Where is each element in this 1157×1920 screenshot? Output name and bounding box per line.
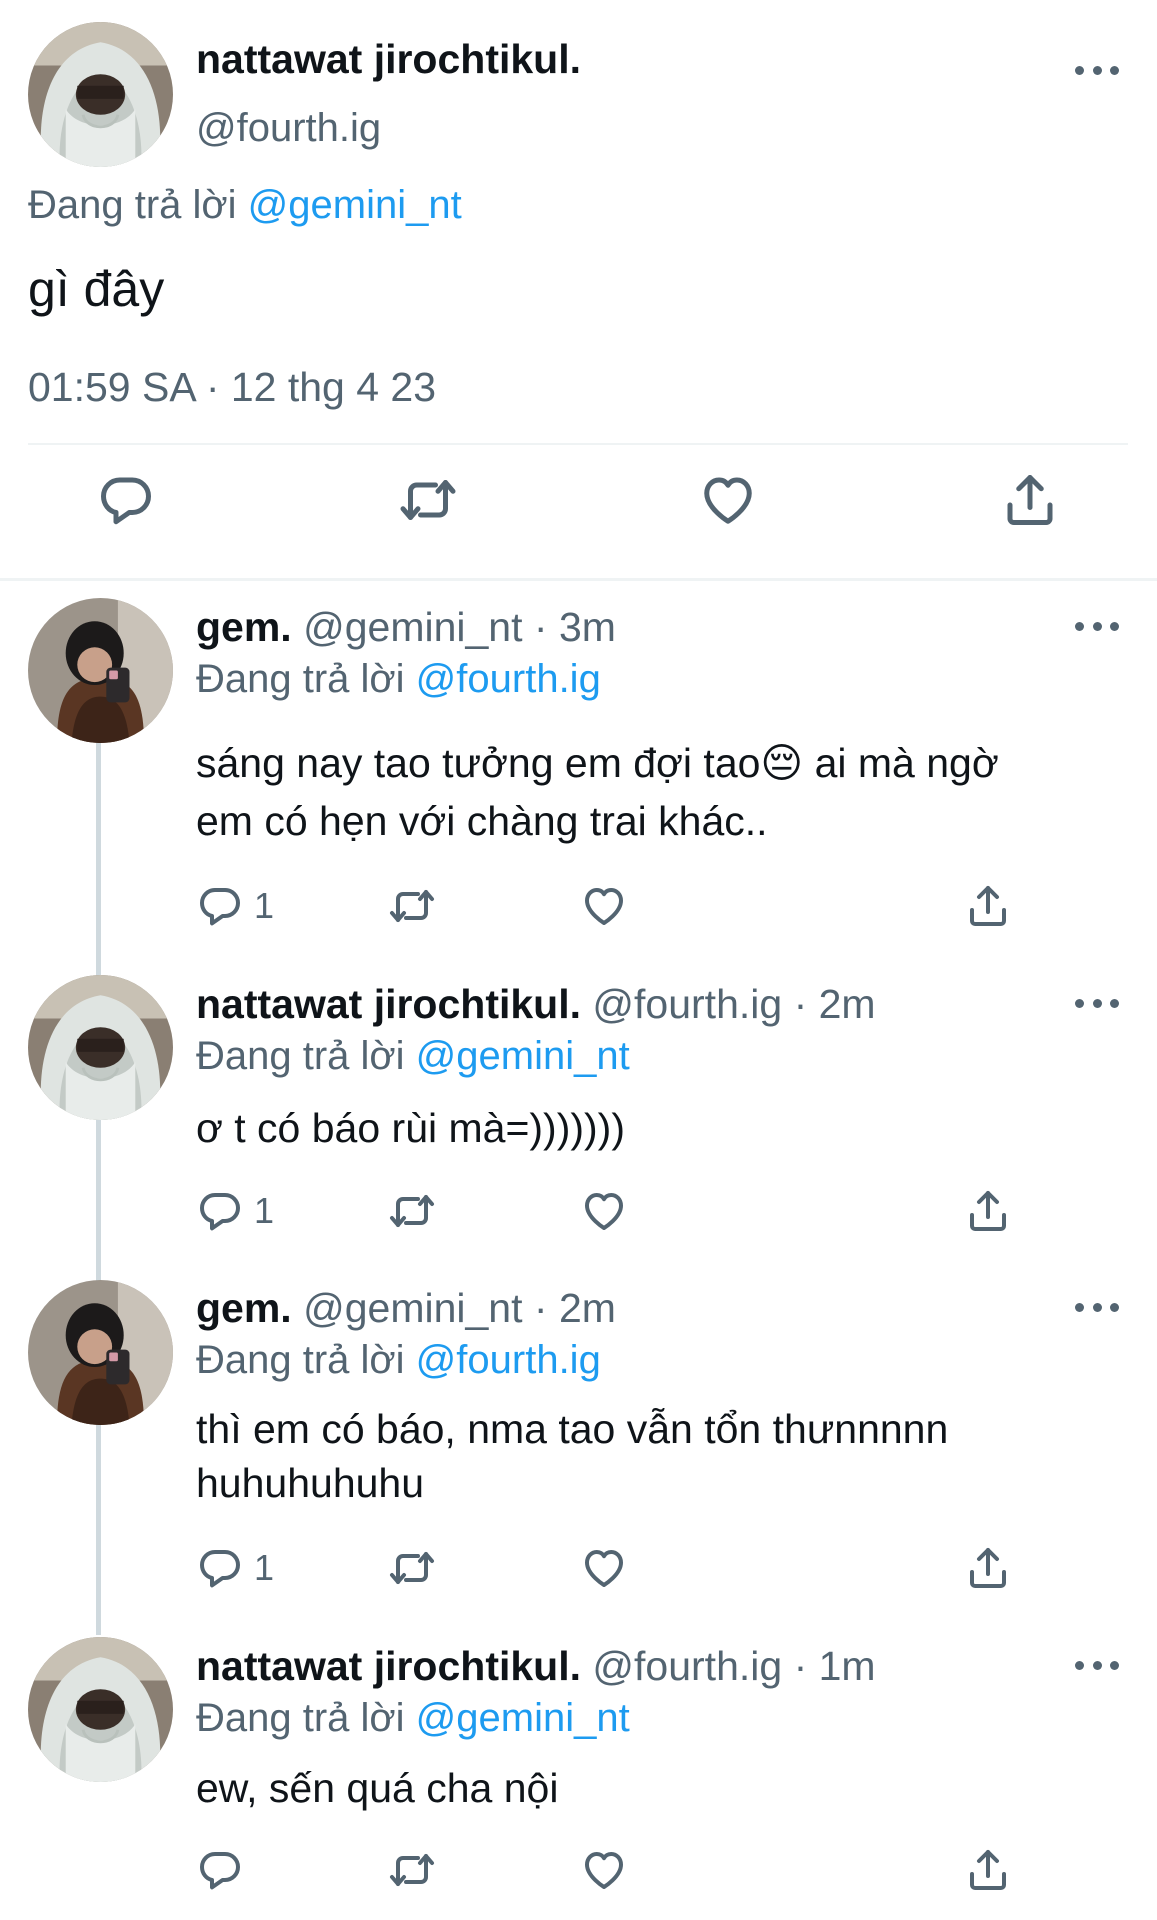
replying-to-line: Đang trả lời @fourth.ig [196,657,601,702]
author-handle[interactable]: @fourth.ig [196,106,381,151]
reply-header: gem. @gemini_nt · 2m [196,1285,616,1332]
reply-action-bar [196,1842,1036,1898]
avatar[interactable] [28,1280,173,1425]
main-action-bar [0,470,1157,550]
author-name[interactable]: gem. [196,1285,292,1331]
retweet-icon[interactable] [388,878,436,934]
tweet-text: ew, sến quá cha nội [196,1765,559,1811]
share-upload-icon[interactable] [964,1540,1012,1596]
thread-connector-line [96,740,101,1635]
author-handle[interactable]: @gemini_nt [303,1285,522,1331]
author-handle[interactable]: @gemini_nt [303,604,522,650]
replying-to-line: Đang trả lời @gemini_nt [28,183,462,228]
reply-count: 1 [254,1547,275,1588]
author-name[interactable]: gem. [196,604,292,650]
author-name[interactable]: nattawat jirochtikul. [196,1643,581,1689]
more-dots-icon[interactable] [1075,1655,1119,1675]
tweet-text: ơ t có báo rùi mà=))))))) [196,1105,625,1151]
heart-icon[interactable] [580,1540,628,1596]
bar-chart-icon[interactable] [772,1842,820,1898]
reply-header: nattawat jirochtikul. @fourth.ig · 2m [196,981,876,1028]
reply-button[interactable]: 1 [196,1540,274,1596]
reply-header: nattawat jirochtikul. @fourth.ig · 1m [196,1643,876,1690]
divider [28,443,1128,445]
replying-to-link[interactable]: @gemini_nt [416,1696,630,1740]
reply-count: 1 [254,1190,275,1231]
reply-time[interactable]: · 2m [794,981,876,1027]
reply-time[interactable]: · 1m [794,1643,876,1689]
section-divider [0,578,1157,581]
heart-icon[interactable] [580,1183,628,1239]
reply-time[interactable]: · 3m [534,604,616,650]
more-dots-icon[interactable] [1075,1297,1119,1317]
retweet-icon[interactable] [388,1540,436,1596]
reply-time[interactable]: · 2m [534,1285,616,1331]
comment-bubble-icon [196,1846,244,1894]
reply-action-bar: 1 [196,1540,1036,1596]
bar-chart-icon[interactable] [772,878,820,934]
reply-button[interactable]: 1 [196,878,274,934]
comment-bubble-icon [196,1187,244,1235]
comment-bubble-icon [196,882,244,930]
more-dots-icon[interactable] [1075,60,1119,80]
reply-action-bar: 1 [196,1183,1036,1239]
replying-to-link[interactable]: @gemini_nt [248,183,462,227]
reply-count: 1 [254,885,275,926]
author-handle[interactable]: @fourth.ig [592,981,782,1027]
author-name[interactable]: nattawat jirochtikul. [196,36,581,83]
avatar[interactable] [28,22,173,167]
comment-bubble-icon[interactable] [96,470,156,530]
replying-to-line: Đang trả lời @gemini_nt [196,1034,630,1079]
replying-prefix: Đang trả lời [196,1034,405,1078]
tweet-text: sáng nay tao tưởng em đợi tao😔 ai mà ngờ… [196,740,999,844]
heart-icon[interactable] [580,1842,628,1898]
avatar[interactable] [28,975,173,1120]
tweet-text: thì em có báo, nma tao vẫn tổn thưnnnnn … [196,1406,949,1506]
retweet-icon[interactable] [388,1842,436,1898]
reply-button[interactable] [196,1842,254,1898]
avatar[interactable] [28,598,173,743]
replying-prefix: Đang trả lời [196,657,405,701]
replying-to-link[interactable]: @fourth.ig [416,1338,601,1382]
replying-to-line: Đang trả lời @fourth.ig [196,1338,601,1383]
reply-action-bar: 1 [196,878,1036,934]
heart-icon[interactable] [698,470,758,530]
share-upload-icon[interactable] [964,878,1012,934]
replying-to-link[interactable]: @gemini_nt [416,1034,630,1078]
retweet-icon[interactable] [398,470,458,530]
bar-chart-icon[interactable] [772,1183,820,1239]
retweet-icon[interactable] [388,1183,436,1239]
reply-button[interactable]: 1 [196,1183,274,1239]
author-name[interactable]: nattawat jirochtikul. [196,981,581,1027]
replying-to-link[interactable]: @fourth.ig [416,657,601,701]
replying-to-line: Đang trả lời @gemini_nt [196,1696,630,1741]
share-upload-icon[interactable] [964,1842,1012,1898]
replying-prefix: Đang trả lời [28,183,237,227]
heart-icon[interactable] [580,878,628,934]
avatar[interactable] [28,1637,173,1782]
reply-header: gem. @gemini_nt · 3m [196,604,616,651]
author-handle[interactable]: @fourth.ig [592,1643,782,1689]
more-dots-icon[interactable] [1075,993,1119,1013]
share-upload-icon[interactable] [964,1183,1012,1239]
replying-prefix: Đang trả lời [196,1696,405,1740]
share-upload-icon[interactable] [1000,470,1060,530]
avatar-image [28,22,173,167]
more-dots-icon[interactable] [1075,616,1119,636]
tweet-timestamp[interactable]: 01:59 SA · 12 thg 4 23 [28,364,436,411]
tweet-text: gì đây [28,261,165,317]
bar-chart-icon[interactable] [772,1540,820,1596]
replying-prefix: Đang trả lời [196,1338,405,1382]
main-tweet: nattawat jirochtikul. @fourth.ig Đang tr… [0,0,1157,580]
comment-bubble-icon [196,1544,244,1592]
